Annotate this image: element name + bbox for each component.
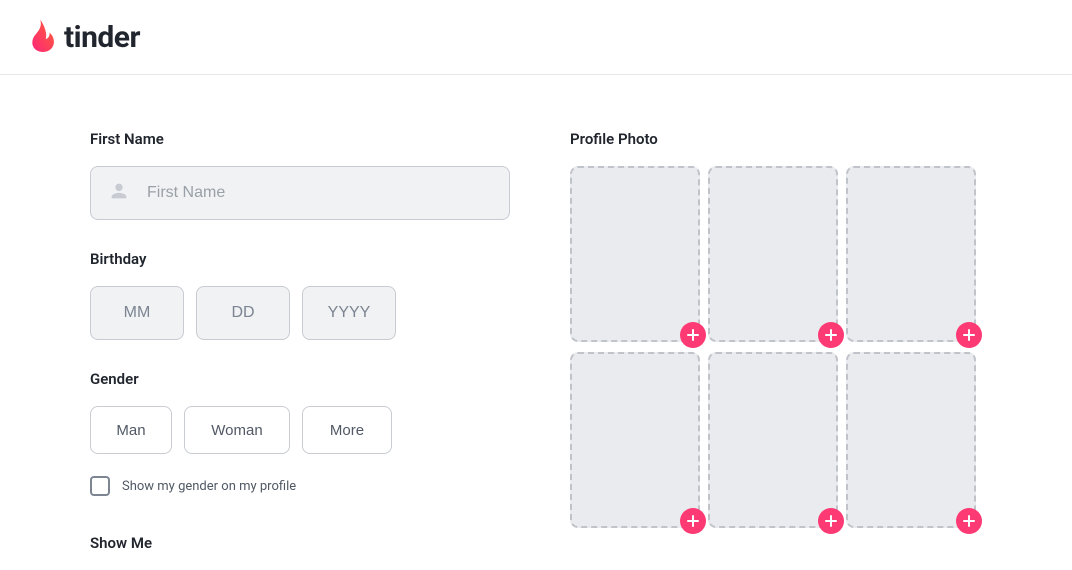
content: First Name Birthday Gender Man Woman Mor…	[0, 75, 1072, 570]
add-photo-button[interactable]	[680, 508, 706, 534]
photo-slot[interactable]	[846, 352, 976, 528]
first-name-input[interactable]	[90, 166, 510, 220]
logo[interactable]: tinder	[28, 18, 140, 56]
birthday-label: Birthday	[90, 250, 510, 268]
plus-icon	[962, 328, 976, 342]
gender-woman-button[interactable]: Woman	[184, 406, 290, 454]
birthday-day-input[interactable]	[196, 286, 290, 340]
photo-slot[interactable]	[708, 352, 838, 528]
plus-icon	[962, 514, 976, 528]
gender-more-button[interactable]: More	[302, 406, 392, 454]
show-me-label: Show Me	[90, 534, 510, 552]
plus-icon	[686, 328, 700, 342]
add-photo-button[interactable]	[680, 322, 706, 348]
birthday-row	[90, 286, 510, 340]
form-column: First Name Birthday Gender Man Woman Mor…	[90, 130, 510, 570]
photo-slot[interactable]	[570, 352, 700, 528]
photo-grid	[570, 166, 976, 528]
profile-photo-label: Profile Photo	[570, 130, 976, 148]
birthday-year-input[interactable]	[302, 286, 396, 340]
first-name-label: First Name	[90, 130, 510, 148]
add-photo-button[interactable]	[818, 322, 844, 348]
add-photo-button[interactable]	[818, 508, 844, 534]
first-name-wrap	[90, 166, 510, 220]
logo-text: tinder	[64, 20, 140, 55]
photo-slot[interactable]	[846, 166, 976, 342]
birthday-month-input[interactable]	[90, 286, 184, 340]
photo-slot[interactable]	[708, 166, 838, 342]
plus-icon	[686, 514, 700, 528]
gender-row: Man Woman More	[90, 406, 510, 454]
flame-icon	[28, 18, 58, 56]
add-photo-button[interactable]	[956, 322, 982, 348]
show-gender-label: Show my gender on my profile	[122, 479, 296, 494]
photos-column: Profile Photo	[570, 130, 976, 570]
plus-icon	[824, 328, 838, 342]
gender-label: Gender	[90, 370, 510, 388]
gender-man-button[interactable]: Man	[90, 406, 172, 454]
show-gender-checkbox[interactable]	[90, 476, 110, 496]
show-gender-row: Show my gender on my profile	[90, 476, 510, 496]
person-icon	[108, 180, 130, 206]
photo-slot[interactable]	[570, 166, 700, 342]
plus-icon	[824, 514, 838, 528]
header: tinder	[0, 0, 1072, 75]
add-photo-button[interactable]	[956, 508, 982, 534]
